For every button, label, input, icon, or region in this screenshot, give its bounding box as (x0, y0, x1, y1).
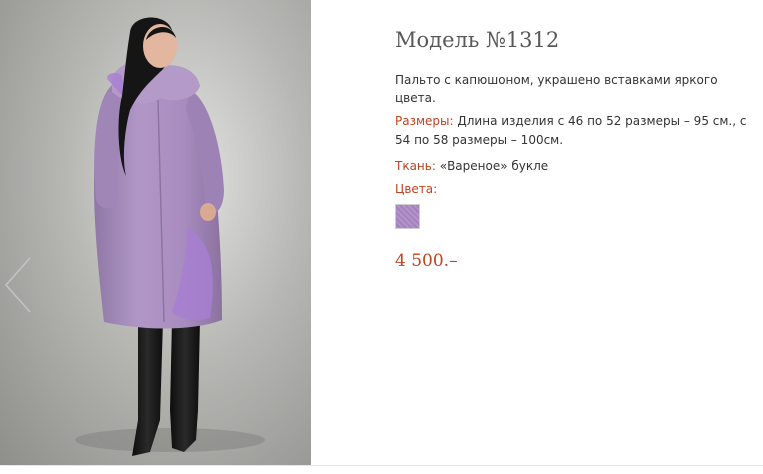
product-page: Модель №1312 Пальто с капюшоном, украшен… (0, 0, 763, 474)
product-sizes: Размеры: Длина изделия с 46 по 52 размер… (395, 112, 755, 150)
product-title: Модель №1312 (395, 28, 560, 52)
product-price: 4 500.– (395, 251, 458, 271)
fabric-value: «Вареное» букле (439, 159, 549, 173)
product-info: Модель №1312 Пальто с капюшоном, украшен… (395, 26, 755, 273)
fabric-label: Ткань: (395, 159, 436, 173)
sizes-label: Размеры: (395, 114, 454, 128)
color-swatch-lilac[interactable] (395, 204, 420, 229)
product-fabric: Ткань: «Вареное» букле (395, 157, 755, 175)
product-photo (0, 0, 311, 465)
divider (0, 465, 763, 466)
product-description: Пальто с капюшоном, украшено вставками я… (395, 73, 718, 105)
chevron-left-icon[interactable] (4, 256, 34, 314)
model-photo-illustration (75, 17, 265, 456)
colors-label: Цвета: (395, 182, 438, 196)
